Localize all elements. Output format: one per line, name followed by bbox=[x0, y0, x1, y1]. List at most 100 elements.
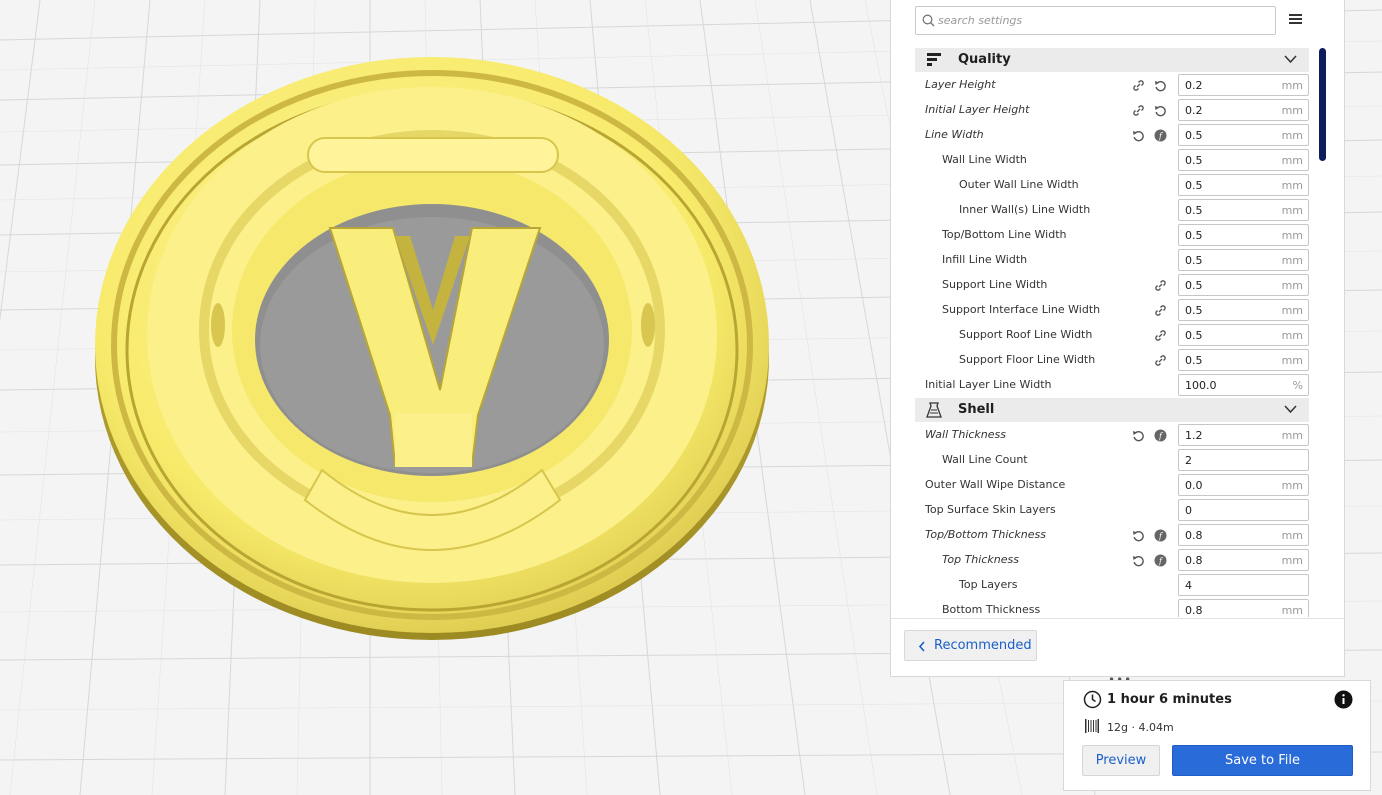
setting-row-initial-layer-line-width[interactable]: Initial Layer Line Width 100.0% bbox=[915, 373, 1309, 398]
reset-icon[interactable] bbox=[1132, 529, 1145, 542]
setting-row-support-interface-line-width[interactable]: Support Interface Line Width 0.5 mm bbox=[915, 298, 1309, 323]
setting-row-wall-thickness[interactable]: Wall Thickness f 1.2 mm bbox=[915, 423, 1309, 448]
setting-row-top-bottom-thickness[interactable]: Top/Bottom Thickness f 0.8 mm bbox=[915, 523, 1309, 548]
setting-row-outer-wall-line-width[interactable]: Outer Wall Line Width 0.5 mm bbox=[915, 173, 1309, 198]
setting-value-field[interactable]: 0.5 mm bbox=[1178, 349, 1309, 371]
setting-unit: mm bbox=[1281, 604, 1303, 617]
setting-unit: mm bbox=[1281, 129, 1303, 142]
hamburger-menu-icon[interactable] bbox=[1288, 12, 1304, 26]
setting-unit: mm bbox=[1281, 104, 1303, 117]
clock-icon bbox=[1083, 690, 1102, 709]
link-icon[interactable] bbox=[1132, 104, 1145, 117]
setting-value: 0.5 bbox=[1185, 154, 1203, 167]
reset-icon[interactable] bbox=[1154, 79, 1167, 92]
setting-value-field[interactable]: 0.5 mm bbox=[1178, 199, 1309, 221]
shell-icon bbox=[926, 402, 942, 418]
function-icon[interactable]: f bbox=[1154, 554, 1167, 567]
setting-value-field[interactable]: 0.5 mm bbox=[1178, 224, 1309, 246]
setting-row-wall-line-width[interactable]: Wall Line Width 0.5 mm bbox=[915, 148, 1309, 173]
setting-row-infill-line-width[interactable]: Infill Line Width 0.5 mm bbox=[915, 248, 1309, 273]
setting-unit: mm bbox=[1281, 229, 1303, 242]
setting-value-field[interactable]: 0.0 mm bbox=[1178, 474, 1309, 496]
print-summary-panel: 1 hour 6 minutes 12g · 4.04m Preview Sav… bbox=[1063, 680, 1371, 791]
setting-row-outer-wall-wipe-distance[interactable]: Outer Wall Wipe Distance 0.0 mm bbox=[915, 473, 1309, 498]
setting-value-field[interactable]: 0.5 mm bbox=[1178, 149, 1309, 171]
setting-value-field[interactable]: 0.5 mm bbox=[1178, 274, 1309, 296]
setting-value: 0 bbox=[1185, 504, 1192, 517]
chevron-down-icon[interactable] bbox=[1284, 405, 1297, 414]
setting-value-field[interactable]: 4 bbox=[1178, 574, 1309, 596]
category-shell[interactable]: Shell bbox=[915, 398, 1309, 422]
setting-value-field[interactable]: 0.8 mm bbox=[1178, 599, 1309, 617]
setting-row-support-roof-line-width[interactable]: Support Roof Line Width 0.5 mm bbox=[915, 323, 1309, 348]
setting-value-field[interactable]: 0 bbox=[1178, 499, 1309, 521]
setting-value-field[interactable]: 2 bbox=[1178, 449, 1309, 471]
setting-row-top-layers[interactable]: Top Layers 4 bbox=[915, 573, 1309, 598]
setting-row-top-bottom-line-width[interactable]: Top/Bottom Line Width 0.5 mm bbox=[915, 223, 1309, 248]
link-icon[interactable] bbox=[1154, 329, 1167, 342]
setting-row-line-width[interactable]: Line Width f 0.5 mm bbox=[915, 123, 1309, 148]
setting-value-field[interactable]: 0.8 mm bbox=[1178, 524, 1309, 546]
preview-button[interactable]: Preview bbox=[1082, 745, 1160, 776]
setting-value: 0.8 bbox=[1185, 554, 1203, 567]
setting-value: 0.2 bbox=[1185, 104, 1203, 117]
setting-unit: mm bbox=[1281, 479, 1303, 492]
quality-icon bbox=[927, 53, 941, 66]
setting-value: 0.8 bbox=[1185, 604, 1203, 617]
function-icon[interactable]: f bbox=[1154, 429, 1167, 442]
filament-spool-icon bbox=[1085, 719, 1099, 733]
save-to-file-button[interactable]: Save to File bbox=[1172, 745, 1353, 776]
setting-label: Support Roof Line Width bbox=[959, 328, 1093, 341]
setting-value-field[interactable]: 0.2 mm bbox=[1178, 74, 1309, 96]
setting-label: Support Line Width bbox=[942, 278, 1048, 291]
link-icon[interactable] bbox=[1154, 279, 1167, 292]
setting-value-field[interactable]: 100.0% bbox=[1178, 374, 1309, 396]
setting-unit: mm bbox=[1281, 354, 1303, 367]
setting-row-layer-height[interactable]: Layer Height 0.2 mm bbox=[915, 73, 1309, 98]
function-icon[interactable]: f bbox=[1154, 129, 1167, 142]
setting-value-field[interactable]: 1.2 mm bbox=[1178, 424, 1309, 446]
setting-label: Line Width bbox=[925, 128, 984, 141]
setting-row-inner-wall-line-width[interactable]: Inner Wall(s) Line Width 0.5 mm bbox=[915, 198, 1309, 223]
category-quality-label: Quality bbox=[958, 52, 1011, 67]
setting-row-support-floor-line-width[interactable]: Support Floor Line Width 0.5 mm bbox=[915, 348, 1309, 373]
settings-list[interactable]: Quality Layer Height 0.2 mm Initial Layer… bbox=[915, 47, 1309, 617]
setting-row-bottom-thickness[interactable]: Bottom Thickness 0.8 mm bbox=[915, 598, 1309, 617]
setting-value-field[interactable]: 0.5 mm bbox=[1178, 324, 1309, 346]
function-icon[interactable]: f bbox=[1154, 529, 1167, 542]
setting-label: Top Surface Skin Layers bbox=[925, 503, 1056, 516]
recommended-button[interactable]: Recommended bbox=[904, 630, 1037, 661]
setting-unit: mm bbox=[1281, 79, 1303, 92]
setting-label: Top Layers bbox=[959, 578, 1018, 591]
setting-row-initial-layer-height[interactable]: Initial Layer Height 0.2 mm bbox=[915, 98, 1309, 123]
search-settings-box[interactable] bbox=[915, 6, 1276, 35]
setting-value-field[interactable]: 0.8 mm bbox=[1178, 549, 1309, 571]
setting-value-field[interactable]: 0.5 mm bbox=[1178, 174, 1309, 196]
setting-row-top-surface-skin-layers[interactable]: Top Surface Skin Layers 0 bbox=[915, 498, 1309, 523]
reset-icon[interactable] bbox=[1132, 429, 1145, 442]
link-icon[interactable] bbox=[1132, 79, 1145, 92]
setting-label: Wall Line Width bbox=[942, 153, 1027, 166]
setting-value: 0.5 bbox=[1185, 354, 1203, 367]
category-quality[interactable]: Quality bbox=[915, 48, 1309, 72]
reset-icon[interactable] bbox=[1132, 554, 1145, 567]
setting-value-field[interactable]: 0.5 mm bbox=[1178, 249, 1309, 271]
setting-row-wall-line-count[interactable]: Wall Line Count 2 bbox=[915, 448, 1309, 473]
reset-icon[interactable] bbox=[1132, 129, 1145, 142]
setting-row-top-thickness[interactable]: Top Thickness f 0.8 mm bbox=[915, 548, 1309, 573]
link-icon[interactable] bbox=[1154, 354, 1167, 367]
search-icon bbox=[922, 14, 935, 27]
setting-row-support-line-width[interactable]: Support Line Width 0.5 mm bbox=[915, 273, 1309, 298]
setting-label: Wall Thickness bbox=[925, 428, 1006, 441]
info-icon[interactable] bbox=[1334, 690, 1353, 709]
link-icon[interactable] bbox=[1154, 304, 1167, 317]
setting-value-field[interactable]: 0.5 mm bbox=[1178, 124, 1309, 146]
setting-value-field[interactable]: 0.5 mm bbox=[1178, 299, 1309, 321]
settings-scrollbar[interactable] bbox=[1319, 48, 1326, 161]
search-input[interactable] bbox=[938, 11, 1268, 30]
chevron-down-icon[interactable] bbox=[1284, 55, 1297, 64]
setting-value-field[interactable]: 0.2 mm bbox=[1178, 99, 1309, 121]
reset-icon[interactable] bbox=[1154, 104, 1167, 117]
setting-unit: mm bbox=[1281, 179, 1303, 192]
setting-label: Top Thickness bbox=[942, 553, 1019, 566]
